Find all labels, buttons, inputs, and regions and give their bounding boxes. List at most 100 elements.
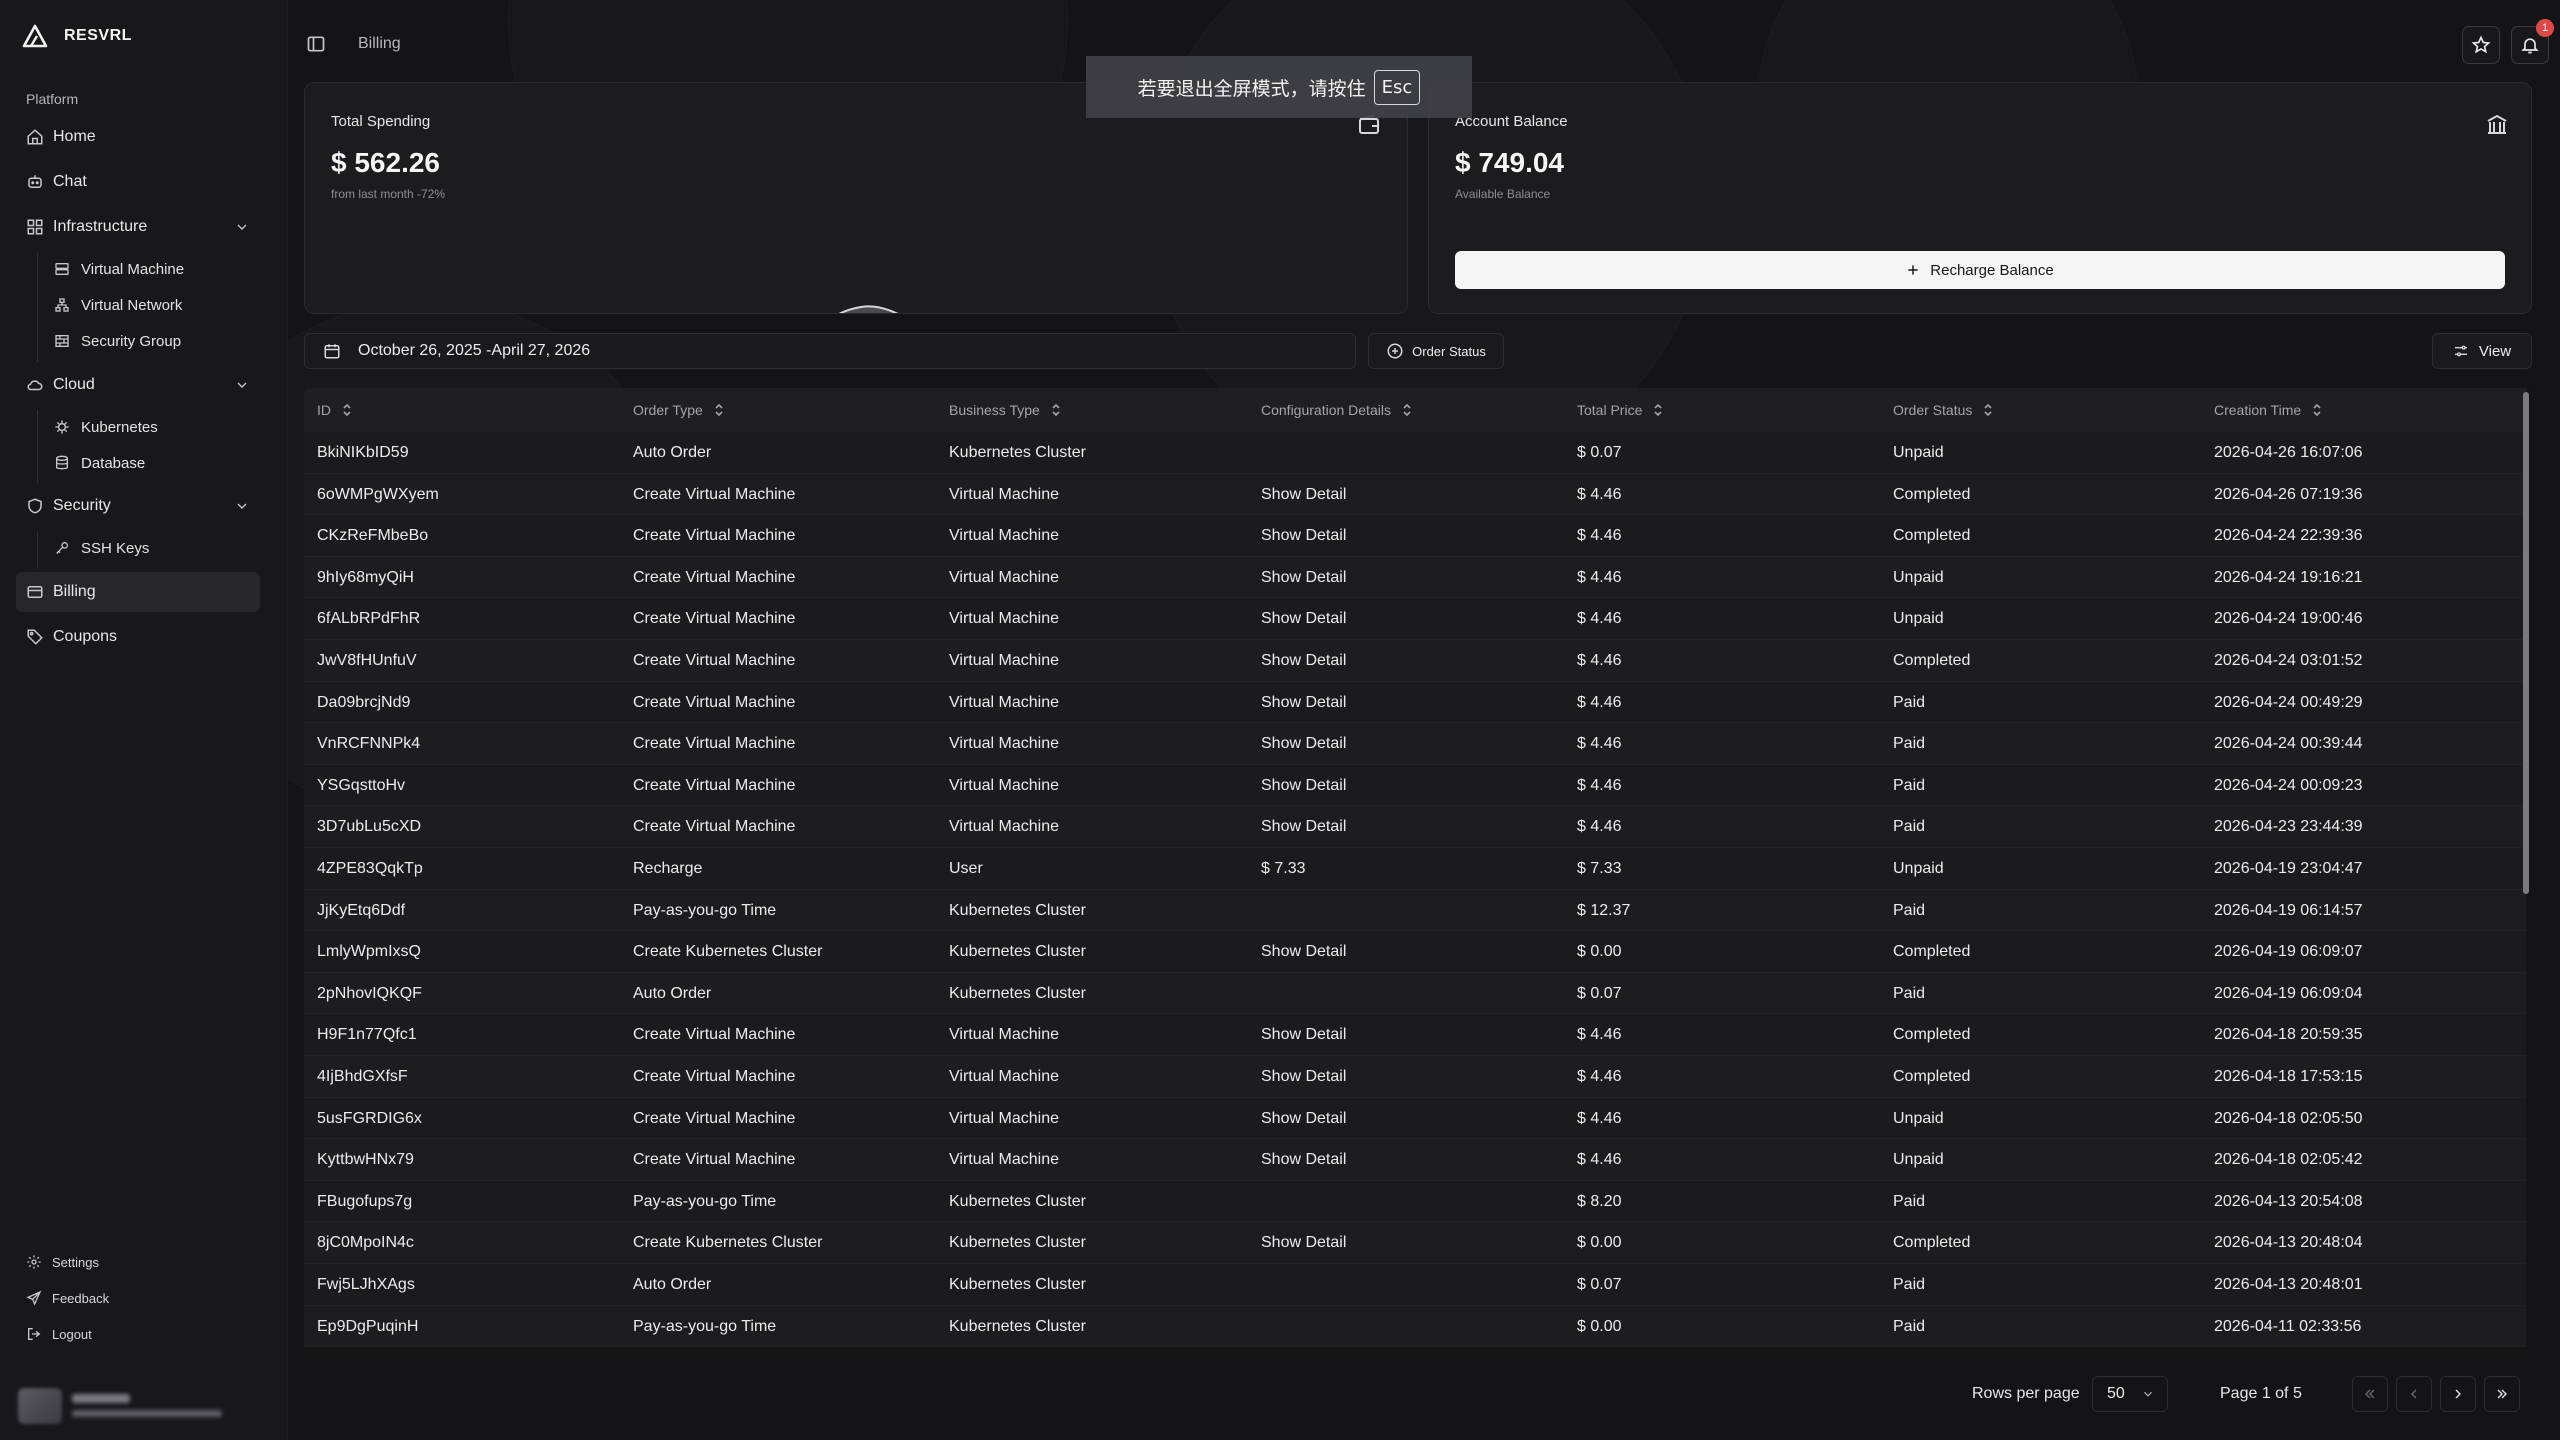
table-row[interactable]: 8jC0MpoIN4c Create Kubernetes Cluster Kube… — [304, 1222, 2526, 1264]
table-row[interactable]: Ep9DgPuqinH Pay-as-you-go Time Kubernetes … — [304, 1305, 2526, 1348]
sidebar-toggle-icon[interactable] — [306, 34, 326, 54]
next-page-button[interactable] — [2440, 1376, 2476, 1412]
sidebar-item-settings[interactable]: Settings — [26, 1250, 99, 1274]
show-detail-link[interactable]: Show Detail — [1261, 1026, 1346, 1044]
rows-per-page-select[interactable]: 50 — [2092, 1376, 2168, 1412]
column-header-id[interactable]: ID — [317, 402, 353, 418]
triangle-logo-icon — [22, 24, 48, 48]
first-page-button[interactable] — [2352, 1376, 2388, 1412]
column-header-creation-time[interactable]: Creation Time — [2214, 402, 2323, 418]
table-row[interactable]: Da09brcjNd9 Create Virtual Machine Virtual… — [304, 681, 2526, 724]
cell-order-status: Paid — [1893, 1192, 1926, 1210]
table-row[interactable]: VnRCFNNPk4 Create Virtual Machine Virtual … — [304, 723, 2526, 765]
show-detail-link[interactable]: Show Detail — [1261, 735, 1346, 753]
show-detail-link[interactable]: Show Detail — [1261, 1110, 1346, 1128]
sidebar-item-label: Security Group — [81, 332, 182, 350]
sidebar-item-feedback[interactable]: Feedback — [26, 1286, 109, 1310]
sidebar-item-home[interactable]: Home — [16, 117, 260, 157]
table-row[interactable]: LmlyWpmIxsQ Create Kubernetes Cluster Kube… — [304, 931, 2526, 973]
table-row[interactable]: 2pNhovIQKQF Auto Order Kubernetes Cluster $… — [304, 972, 2526, 1015]
show-detail-link[interactable]: Show Detail — [1261, 943, 1346, 961]
sidebar-item-chat[interactable]: Chat — [16, 162, 260, 202]
cell-id: 5usFGRDIG6x — [317, 1109, 422, 1127]
column-header-order-status[interactable]: Order Status — [1893, 402, 1994, 418]
table-row[interactable]: 4IjBhdGXfsF Create Virtual Machine Virtual… — [304, 1056, 2526, 1098]
rows-per-page-label: Rows per page — [1972, 1385, 2080, 1402]
table-row[interactable]: 9hIy68myQiH Create Virtual Machine Virtual… — [304, 556, 2526, 599]
show-detail-link[interactable]: Show Detail — [1261, 1068, 1346, 1086]
cell-order-status: Paid — [1893, 901, 1926, 919]
cell-creation-time: 2026-04-19 23:04:47 — [2214, 860, 2363, 877]
table-row[interactable]: 5usFGRDIG6x Create Virtual Machine Virtual… — [304, 1097, 2526, 1140]
chevron-down-icon — [234, 377, 250, 393]
previous-page-button[interactable] — [2396, 1376, 2432, 1412]
date-range-picker[interactable]: October 26, 2025 -April 27, 2026 — [304, 333, 1356, 369]
sidebar-item-security-group[interactable]: Security Group — [52, 325, 258, 357]
table-row[interactable]: JwV8fHUnfuV Create Virtual Machine Virtual… — [304, 640, 2526, 682]
sidebar-item-virtual-machine[interactable]: Virtual Machine — [52, 253, 258, 285]
fullscreen-exit-toast: 若要退出全屏模式，请按住 Esc — [1086, 56, 1472, 118]
show-detail-link[interactable]: Show Detail — [1261, 652, 1346, 670]
user-profile[interactable] — [18, 1384, 228, 1428]
last-page-button[interactable] — [2484, 1376, 2520, 1412]
home-icon — [26, 128, 44, 146]
breadcrumb[interactable]: Billing — [358, 35, 401, 53]
chevron-left-icon — [2406, 1386, 2422, 1402]
cell-order-status: Unpaid — [1893, 1109, 1944, 1127]
show-detail-link[interactable]: Show Detail — [1261, 486, 1346, 504]
sidebar-item-security[interactable]: Security — [16, 486, 260, 526]
sidebar-item-ssh-keys[interactable]: SSH Keys — [52, 532, 258, 564]
table-row[interactable]: 6oWMPgWXyem Create Virtual Machine Virtual… — [304, 473, 2526, 516]
cell-order-status: Paid — [1893, 735, 1926, 753]
table-row[interactable]: YSGqsttoHv Create Virtual Machine Virtual … — [304, 764, 2526, 807]
sidebar-item-logout[interactable]: Logout — [26, 1322, 92, 1346]
cell-id: LmlyWpmIxsQ — [317, 943, 421, 961]
column-header-configuration-details[interactable]: Configuration Details — [1261, 402, 1413, 418]
show-detail-link[interactable]: Show Detail — [1261, 777, 1346, 795]
order-status-filter-button[interactable]: Order Status — [1368, 333, 1504, 369]
sidebar-item-billing[interactable]: Billing — [16, 572, 260, 612]
show-detail-link[interactable]: Show Detail — [1261, 1151, 1346, 1169]
table-row[interactable]: Fwj5LJhXAgs Auto Order Kubernetes Cluster $… — [304, 1264, 2526, 1306]
notifications-button[interactable]: 1 — [2511, 19, 2554, 64]
sidebar-item-label: Logout — [52, 1326, 92, 1342]
table-row[interactable]: 4ZPE83QqkTp Recharge User $ 7.33 $ 7.33 Unpai… — [304, 848, 2526, 890]
sidebar-item-database[interactable]: Database — [52, 447, 258, 479]
show-detail-link[interactable]: Show Detail — [1261, 694, 1346, 712]
table-row[interactable]: H9F1n77Qfc1 Create Virtual Machine Virtual… — [304, 1014, 2526, 1056]
sidebar-item-cloud[interactable]: Cloud — [16, 365, 260, 405]
view-options-button[interactable]: View — [2432, 333, 2532, 369]
show-detail-link[interactable]: Show Detail — [1261, 610, 1346, 628]
table-row[interactable]: BkiNIKbID59 Auto Order Kubernetes Cluster $… — [304, 432, 2526, 474]
sidebar-item-infrastructure[interactable]: Infrastructure — [16, 207, 260, 247]
cell-total-price: $ 4.46 — [1577, 610, 1622, 628]
recharge-balance-button[interactable]: Recharge Balance — [1455, 251, 2505, 289]
sort-icon — [1401, 403, 1413, 417]
cell-total-price: $ 4.46 — [1577, 652, 1622, 669]
cell-id: 6oWMPgWXyem — [317, 485, 439, 503]
favorite-button[interactable] — [2462, 26, 2500, 64]
show-detail-link[interactable]: Show Detail — [1261, 569, 1346, 587]
table-row[interactable]: CKzReFMbeBo Create Virtual Machine Virtual… — [304, 515, 2526, 557]
cell-id: 4IjBhdGXfsF — [317, 1068, 408, 1085]
table-row[interactable]: JjKyEtq6Ddf Pay-as-you-go Time Kubernetes … — [304, 889, 2526, 932]
table-row[interactable]: FBugofups7g Pay-as-you-go Time Kubernetes … — [304, 1180, 2526, 1223]
sidebar-item-coupons[interactable]: Coupons — [16, 617, 260, 657]
cell-creation-time: 2026-04-24 22:39:36 — [2214, 527, 2363, 545]
sidebar-item-virtual-network[interactable]: Virtual Network — [52, 289, 258, 321]
brand[interactable]: RESVRL — [22, 24, 132, 48]
show-detail-link[interactable]: Show Detail — [1261, 1234, 1346, 1252]
table-row[interactable]: KyttbwHNx79 Create Virtual Machine Virtual… — [304, 1139, 2526, 1181]
cell-total-price: $ 0.07 — [1577, 1276, 1622, 1293]
show-detail-link[interactable]: Show Detail — [1261, 818, 1346, 836]
column-header-business-type[interactable]: Business Type — [949, 402, 1062, 418]
table-row[interactable]: 6fALbRPdFhR Create Virtual Machine Virtual… — [304, 598, 2526, 640]
column-header-order-type[interactable]: Order Type — [633, 402, 725, 418]
show-detail-link[interactable]: Show Detail — [1261, 527, 1346, 545]
cell-id: Da09brcjNd9 — [317, 693, 411, 711]
column-header-total-price[interactable]: Total Price — [1577, 402, 1664, 418]
sidebar-item-kubernetes[interactable]: Kubernetes — [52, 411, 258, 443]
table-row[interactable]: 3D7ubLu5cXD Create Virtual Machine Virtual… — [304, 806, 2526, 848]
user-email-redacted — [72, 1410, 222, 1417]
table-scrollbar-thumb[interactable] — [2523, 392, 2529, 894]
